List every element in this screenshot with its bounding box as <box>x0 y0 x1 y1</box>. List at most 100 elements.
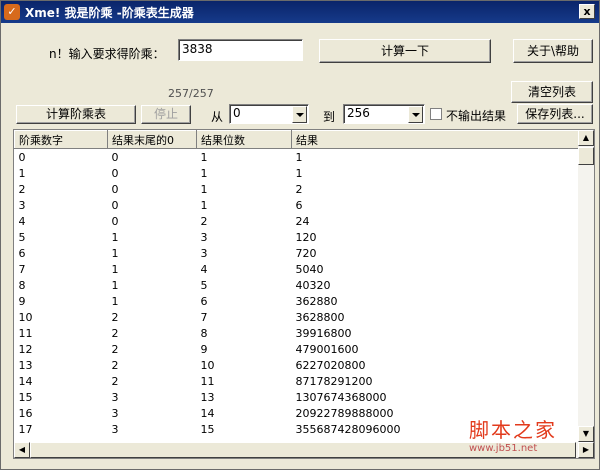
table-cell: 3 <box>200 230 208 244</box>
table-cell: 3628800 <box>295 310 345 324</box>
factorial-table[interactable]: 阶乘数字 结果末尾的0 结果位数 结果 00111011201230164022… <box>13 129 595 459</box>
results-table: 阶乘数字 结果末尾的0 结果位数 结果 00111011201230164022… <box>14 130 579 437</box>
table-cell: 7 <box>200 310 208 324</box>
table-cell: 1307674368000 <box>295 390 387 404</box>
table-row[interactable]: 7 1 4 5040 <box>15 261 579 277</box>
n-input-label: n！输入要求得阶乘： <box>49 47 165 61</box>
table-cell: 3 <box>111 390 119 404</box>
table-cell: 6 <box>295 198 303 212</box>
table-cell: 11 <box>200 374 215 388</box>
table-cell: 4 <box>200 262 208 276</box>
save-list-button[interactable]: 保存列表... <box>517 104 593 124</box>
table-cell: 39916800 <box>295 326 352 340</box>
stop-button[interactable]: 停止 <box>141 105 191 124</box>
from-value: 0 <box>233 106 241 120</box>
table-cell: 1 <box>111 278 119 292</box>
scroll-right-icon[interactable]: ▶ <box>578 442 594 458</box>
table-cell: 24 <box>295 214 310 228</box>
column-header-trailing-zeros[interactable]: 结果末尾的0 <box>107 130 197 149</box>
table-row[interactable]: 9 1 6 362880 <box>15 293 579 309</box>
table-row[interactable]: 1 0 1 1 <box>15 165 579 181</box>
table-row[interactable]: 12 2 9 479001600 <box>15 341 579 357</box>
chevron-down-icon[interactable] <box>292 106 307 123</box>
vertical-scroll-thumb[interactable] <box>578 147 594 165</box>
to-combo[interactable]: 256 <box>343 104 425 124</box>
table-row[interactable]: 11 2 8 39916800 <box>15 325 579 341</box>
watermark: 脚本之家 www.jb51.net <box>469 414 557 454</box>
table-cell: 11 <box>18 326 33 340</box>
calculate-button[interactable]: 计算一下 <box>319 39 491 63</box>
window-title: Xme! 我是阶乘 -阶乘表生成器 <box>25 6 194 20</box>
scroll-down-icon[interactable]: ▼ <box>578 426 594 442</box>
table-cell: 10 <box>18 310 33 324</box>
app-icon: ✓ <box>4 4 20 20</box>
progress-text: 257/257 <box>168 87 214 100</box>
n-input[interactable]: 3838 <box>178 39 303 61</box>
table-cell: 0 <box>111 214 119 228</box>
table-cell: 3 <box>111 422 119 436</box>
table-cell: 0 <box>111 150 119 164</box>
table-cell: 2 <box>111 358 119 372</box>
table-cell: 1 <box>295 150 303 164</box>
table-cell: 15 <box>18 390 33 404</box>
table-cell: 2 <box>111 310 119 324</box>
no-output-checkbox[interactable] <box>430 108 442 120</box>
table-cell: 3 <box>18 198 26 212</box>
table-row[interactable]: 6 1 3 720 <box>15 245 579 261</box>
table-row[interactable]: 15 3 13 1307674368000 <box>15 389 579 405</box>
table-cell: 2 <box>18 182 26 196</box>
table-cell: 1 <box>111 262 119 276</box>
table-header-row: 阶乘数字 结果末尾的0 结果位数 结果 <box>14 130 579 149</box>
main-window: ✓ Xme! 我是阶乘 -阶乘表生成器 x n！输入要求得阶乘： 3838 计算… <box>0 0 600 470</box>
table-cell: 16 <box>18 406 33 420</box>
table-cell: 3 <box>200 246 208 260</box>
table-cell: 120 <box>295 230 317 244</box>
table-cell: 0 <box>18 150 26 164</box>
table-row[interactable]: 0 0 1 1 <box>15 149 579 166</box>
table-cell: 1 <box>200 182 208 196</box>
table-cell: 8 <box>200 326 208 340</box>
table-cell: 9 <box>18 294 26 308</box>
table-row[interactable]: 10 2 7 3628800 <box>15 309 579 325</box>
table-row[interactable]: 3 0 1 6 <box>15 197 579 213</box>
table-cell: 9 <box>200 342 208 356</box>
table-row[interactable]: 5 1 3 120 <box>15 229 579 245</box>
table-row[interactable]: 4 0 2 24 <box>15 213 579 229</box>
from-combo[interactable]: 0 <box>229 104 309 124</box>
table-cell: 6227020800 <box>295 358 366 372</box>
table-cell: 12 <box>18 342 33 356</box>
calc-table-button[interactable]: 计算阶乘表 <box>16 105 136 124</box>
table-cell: 2 <box>295 182 303 196</box>
watermark-text: 脚本之家 <box>469 418 557 442</box>
table-cell: 14 <box>18 374 33 388</box>
scroll-up-icon[interactable]: ▲ <box>578 130 594 146</box>
table-cell: 15 <box>200 422 215 436</box>
table-cell: 13 <box>200 390 215 404</box>
table-row[interactable]: 8 1 5 40320 <box>15 277 579 293</box>
to-value: 256 <box>347 106 370 120</box>
vertical-scrollbar[interactable]: ▲ ▼ <box>578 130 594 442</box>
table-cell: 1 <box>18 166 26 180</box>
table-row[interactable]: 2012 <box>15 181 579 197</box>
from-label: 从 <box>211 110 224 124</box>
clear-list-button[interactable]: 清空列表 <box>511 81 593 103</box>
table-cell: 362880 <box>295 294 338 308</box>
table-cell: 10 <box>200 358 215 372</box>
table-cell: 479001600 <box>295 342 359 356</box>
table-cell: 5 <box>18 230 26 244</box>
about-help-button[interactable]: 关于\帮助 <box>513 39 593 63</box>
title-bar[interactable]: ✓ Xme! 我是阶乘 -阶乘表生成器 x <box>1 1 599 23</box>
chevron-down-icon[interactable] <box>408 106 423 123</box>
table-row[interactable]: 13 2 10 6227020800 <box>15 357 579 373</box>
table-cell: 3 <box>111 406 119 420</box>
table-cell: 17 <box>18 422 33 436</box>
table-cell: 1 <box>295 166 303 180</box>
scroll-left-icon[interactable]: ◀ <box>14 442 30 458</box>
close-icon[interactable]: x <box>579 4 595 19</box>
to-label: 到 <box>323 110 336 124</box>
column-header-factorial[interactable]: 阶乘数字 <box>14 130 108 149</box>
table-cell: 2 <box>111 326 119 340</box>
table-row[interactable]: 14 2 11 87178291200 <box>15 373 579 389</box>
column-header-digits[interactable]: 结果位数 <box>196 130 292 149</box>
column-header-result[interactable]: 结果 <box>291 130 579 149</box>
